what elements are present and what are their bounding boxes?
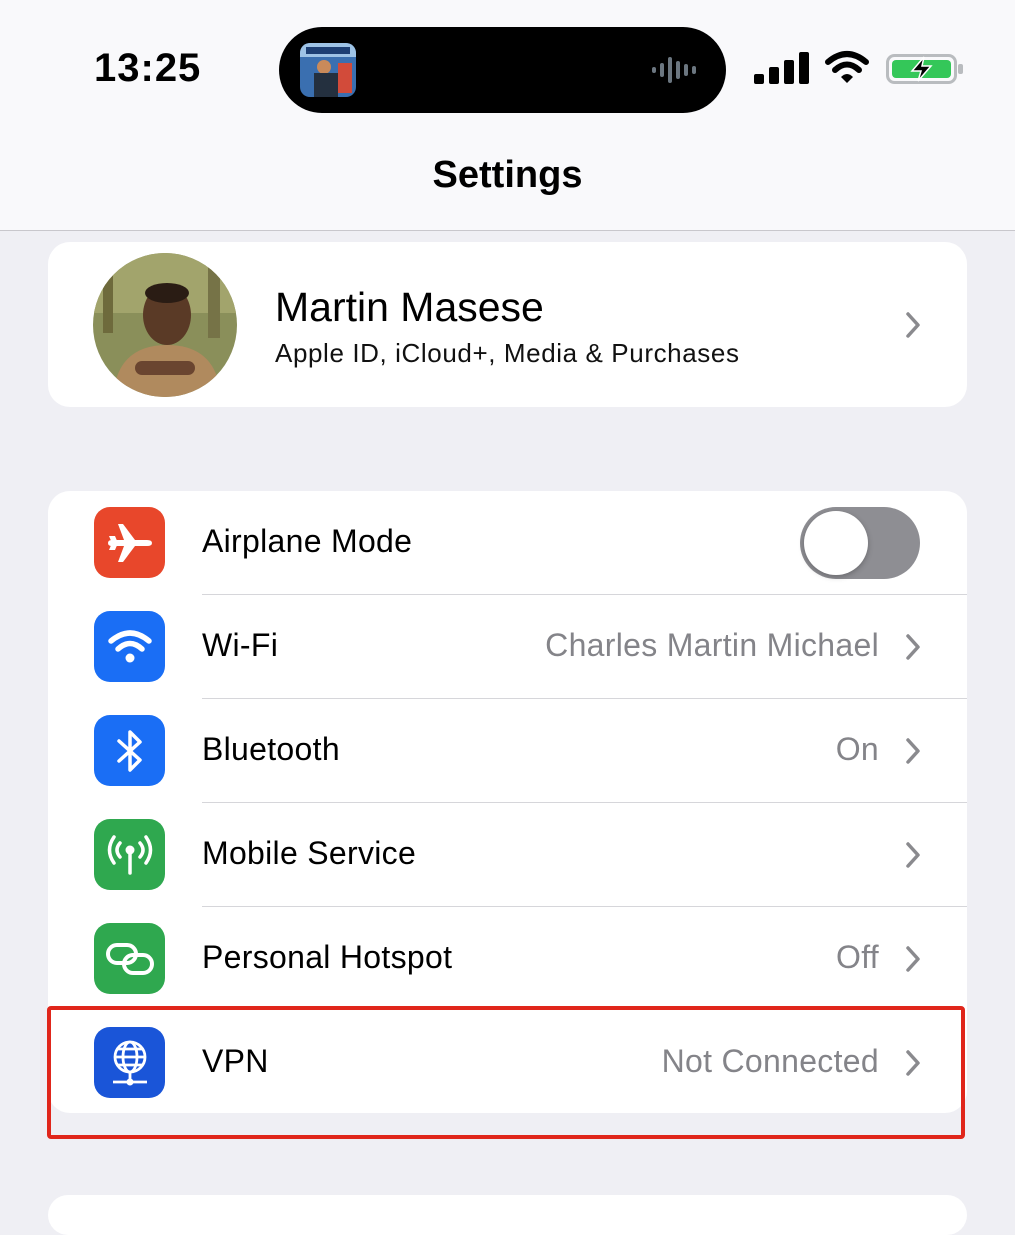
antenna-icon <box>94 819 165 890</box>
bluetooth-status-value: On <box>835 731 879 767</box>
album-art-icon[interactable] <box>300 43 356 97</box>
wifi-row[interactable]: Wi-Fi Charles Martin Michael <box>48 595 967 699</box>
chevron-right-icon <box>906 842 920 868</box>
profile-name: Martin Masese <box>275 284 544 330</box>
row-label: Personal Hotspot <box>202 939 453 975</box>
dynamic-island[interactable] <box>279 27 726 113</box>
next-settings-group <box>48 1195 967 1235</box>
cellular-signal-icon <box>754 52 809 84</box>
wifi-network-value: Charles Martin Michael <box>545 627 879 663</box>
vpn-highlight-box <box>47 1006 965 1139</box>
apple-id-profile-card[interactable]: Martin Masese Apple ID, iCloud+, Media &… <box>48 242 967 407</box>
wifi-icon <box>94 611 165 682</box>
chevron-right-icon <box>906 634 920 660</box>
toggle-knob <box>804 511 868 575</box>
avatar <box>93 253 237 397</box>
audio-waveform-icon <box>652 55 702 90</box>
chevron-right-icon <box>906 312 920 338</box>
chevron-right-icon <box>906 946 920 972</box>
row-label: Mobile Service <box>202 835 417 871</box>
personal-hotspot-row[interactable]: Personal Hotspot Off <box>48 907 967 1011</box>
page-title: Settings <box>432 154 583 196</box>
hotspot-link-icon <box>94 923 165 994</box>
wifi-icon <box>825 51 869 83</box>
airplane-mode-toggle[interactable] <box>800 507 920 579</box>
status-time: 13:25 <box>94 46 202 90</box>
airplane-mode-row[interactable]: Airplane Mode <box>48 491 967 595</box>
chevron-right-icon <box>906 738 920 764</box>
profile-subtitle: Apple ID, iCloud+, Media & Purchases <box>275 338 740 368</box>
top-bar: 13:25 Settings <box>0 0 1015 231</box>
row-label: Airplane Mode <box>202 523 413 559</box>
row-label: Wi-Fi <box>202 627 279 663</box>
row-label: Bluetooth <box>202 731 340 767</box>
bluetooth-icon <box>94 715 165 786</box>
airplane-icon <box>94 507 165 578</box>
bluetooth-row[interactable]: Bluetooth On <box>48 699 967 803</box>
mobile-service-row[interactable]: Mobile Service <box>48 803 967 907</box>
hotspot-status-value: Off <box>836 939 879 975</box>
battery-charging-icon <box>886 54 963 84</box>
